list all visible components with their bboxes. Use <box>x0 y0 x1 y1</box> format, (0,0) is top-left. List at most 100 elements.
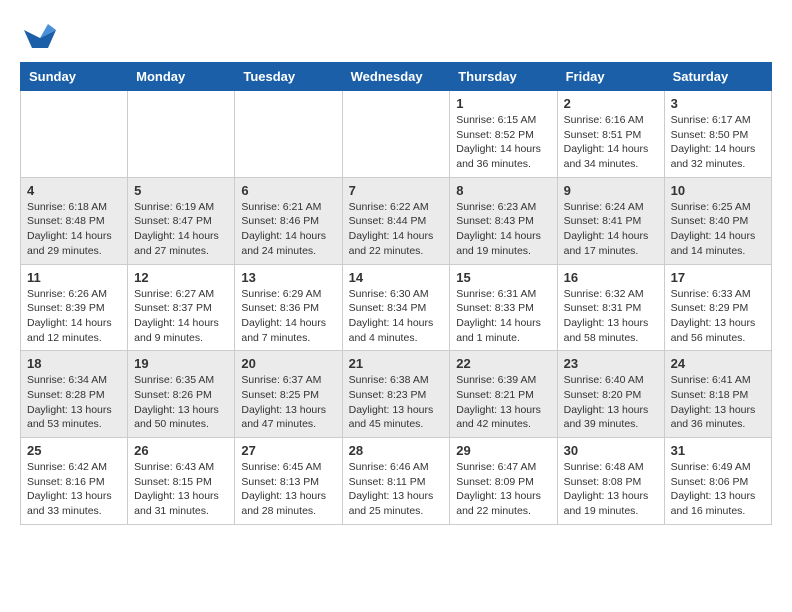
day-info: Sunrise: 6:38 AM Sunset: 8:23 PM Dayligh… <box>349 373 444 432</box>
day-number: 21 <box>349 356 444 371</box>
calendar-day-6: 6 Sunrise: 6:21 AM Sunset: 8:46 PM Daylig… <box>235 177 342 264</box>
day-number: 9 <box>564 183 658 198</box>
calendar-day-14: 14 Sunrise: 6:30 AM Sunset: 8:34 PM Dayli… <box>342 264 450 351</box>
logo-icon <box>24 20 56 52</box>
day-number: 15 <box>456 270 550 285</box>
day-info: Sunrise: 6:47 AM Sunset: 8:09 PM Dayligh… <box>456 460 550 519</box>
day-info: Sunrise: 6:48 AM Sunset: 8:08 PM Dayligh… <box>564 460 658 519</box>
day-number: 26 <box>134 443 228 458</box>
day-info: Sunrise: 6:42 AM Sunset: 8:16 PM Dayligh… <box>27 460 121 519</box>
day-info: Sunrise: 6:21 AM Sunset: 8:46 PM Dayligh… <box>241 200 335 259</box>
weekday-header-wednesday: Wednesday <box>342 63 450 91</box>
calendar-week-row-3: 11 Sunrise: 6:26 AM Sunset: 8:39 PM Dayli… <box>21 264 772 351</box>
calendar-day-25: 25 Sunrise: 6:42 AM Sunset: 8:16 PM Dayli… <box>21 438 128 525</box>
calendar-day-1: 1Sunrise: 6:15 AM Sunset: 8:52 PM Daylig… <box>450 91 557 178</box>
calendar-day-2: 2 Sunrise: 6:16 AM Sunset: 8:51 PM Daylig… <box>557 91 664 178</box>
day-number: 28 <box>349 443 444 458</box>
calendar-day-29: 29 Sunrise: 6:47 AM Sunset: 8:09 PM Dayli… <box>450 438 557 525</box>
day-info: Sunrise: 6:26 AM Sunset: 8:39 PM Dayligh… <box>27 287 121 346</box>
day-info: Sunrise: 6:40 AM Sunset: 8:20 PM Dayligh… <box>564 373 658 432</box>
day-number: 3 <box>671 96 765 111</box>
calendar-day-24: 24 Sunrise: 6:41 AM Sunset: 8:18 PM Dayli… <box>664 351 771 438</box>
weekday-header-sunday: Sunday <box>21 63 128 91</box>
day-info: Sunrise: 6:33 AM Sunset: 8:29 PM Dayligh… <box>671 287 765 346</box>
weekday-header-friday: Friday <box>557 63 664 91</box>
day-info: Sunrise: 6:37 AM Sunset: 8:25 PM Dayligh… <box>241 373 335 432</box>
day-number: 10 <box>671 183 765 198</box>
calendar-day-11: 11 Sunrise: 6:26 AM Sunset: 8:39 PM Dayli… <box>21 264 128 351</box>
day-info: Sunrise: 6:30 AM Sunset: 8:34 PM Dayligh… <box>349 287 444 346</box>
day-number: 11 <box>27 270 121 285</box>
calendar-day-15: 15 Sunrise: 6:31 AM Sunset: 8:33 PM Dayli… <box>450 264 557 351</box>
calendar-empty-cell <box>21 91 128 178</box>
day-number: 14 <box>349 270 444 285</box>
calendar-day-7: 7 Sunrise: 6:22 AM Sunset: 8:44 PM Daylig… <box>342 177 450 264</box>
calendar-day-17: 17Sunrise: 6:33 AM Sunset: 8:29 PM Dayli… <box>664 264 771 351</box>
day-info: Sunrise: 6:34 AM Sunset: 8:28 PM Dayligh… <box>27 373 121 432</box>
calendar-day-26: 26 Sunrise: 6:43 AM Sunset: 8:15 PM Dayli… <box>128 438 235 525</box>
calendar-day-27: 27 Sunrise: 6:45 AM Sunset: 8:13 PM Dayli… <box>235 438 342 525</box>
weekday-header-row: SundayMondayTuesdayWednesdayThursdayFrid… <box>21 63 772 91</box>
calendar-day-30: 30 Sunrise: 6:48 AM Sunset: 8:08 PM Dayli… <box>557 438 664 525</box>
day-number: 23 <box>564 356 658 371</box>
day-info: Sunrise: 6:25 AM Sunset: 8:40 PM Dayligh… <box>671 200 765 259</box>
calendar-week-row-5: 25 Sunrise: 6:42 AM Sunset: 8:16 PM Dayli… <box>21 438 772 525</box>
calendar-empty-cell <box>128 91 235 178</box>
day-number: 20 <box>241 356 335 371</box>
calendar-table: SundayMondayTuesdayWednesdayThursdayFrid… <box>20 62 772 525</box>
day-number: 22 <box>456 356 550 371</box>
calendar-day-20: 20 Sunrise: 6:37 AM Sunset: 8:25 PM Dayli… <box>235 351 342 438</box>
day-info: Sunrise: 6:16 AM Sunset: 8:51 PM Dayligh… <box>564 113 658 172</box>
header <box>20 20 772 52</box>
weekday-header-thursday: Thursday <box>450 63 557 91</box>
day-info: Sunrise: 6:31 AM Sunset: 8:33 PM Dayligh… <box>456 287 550 346</box>
day-info: Sunrise: 6:24 AM Sunset: 8:41 PM Dayligh… <box>564 200 658 259</box>
calendar-day-4: 4Sunrise: 6:18 AM Sunset: 8:48 PM Daylig… <box>21 177 128 264</box>
calendar-day-28: 28 Sunrise: 6:46 AM Sunset: 8:11 PM Dayli… <box>342 438 450 525</box>
logo <box>20 20 56 52</box>
day-info: Sunrise: 6:46 AM Sunset: 8:11 PM Dayligh… <box>349 460 444 519</box>
day-number: 31 <box>671 443 765 458</box>
day-number: 30 <box>564 443 658 458</box>
calendar-week-row-4: 18Sunrise: 6:34 AM Sunset: 8:28 PM Dayli… <box>21 351 772 438</box>
day-number: 4 <box>27 183 121 198</box>
day-info: Sunrise: 6:45 AM Sunset: 8:13 PM Dayligh… <box>241 460 335 519</box>
calendar-day-9: 9 Sunrise: 6:24 AM Sunset: 8:41 PM Daylig… <box>557 177 664 264</box>
day-info: Sunrise: 6:22 AM Sunset: 8:44 PM Dayligh… <box>349 200 444 259</box>
calendar-day-21: 21 Sunrise: 6:38 AM Sunset: 8:23 PM Dayli… <box>342 351 450 438</box>
weekday-header-tuesday: Tuesday <box>235 63 342 91</box>
calendar-day-18: 18Sunrise: 6:34 AM Sunset: 8:28 PM Dayli… <box>21 351 128 438</box>
day-number: 29 <box>456 443 550 458</box>
day-info: Sunrise: 6:35 AM Sunset: 8:26 PM Dayligh… <box>134 373 228 432</box>
day-number: 2 <box>564 96 658 111</box>
calendar-day-13: 13 Sunrise: 6:29 AM Sunset: 8:36 PM Dayli… <box>235 264 342 351</box>
day-number: 16 <box>564 270 658 285</box>
calendar-empty-cell <box>342 91 450 178</box>
calendar-day-22: 22Sunrise: 6:39 AM Sunset: 8:21 PM Dayli… <box>450 351 557 438</box>
calendar-day-10: 10 Sunrise: 6:25 AM Sunset: 8:40 PM Dayli… <box>664 177 771 264</box>
day-number: 13 <box>241 270 335 285</box>
calendar-day-31: 31 Sunrise: 6:49 AM Sunset: 8:06 PM Dayli… <box>664 438 771 525</box>
day-info: Sunrise: 6:49 AM Sunset: 8:06 PM Dayligh… <box>671 460 765 519</box>
day-info: Sunrise: 6:43 AM Sunset: 8:15 PM Dayligh… <box>134 460 228 519</box>
calendar-day-8: 8Sunrise: 6:23 AM Sunset: 8:43 PM Daylig… <box>450 177 557 264</box>
day-number: 19 <box>134 356 228 371</box>
day-number: 24 <box>671 356 765 371</box>
day-number: 27 <box>241 443 335 458</box>
day-info: Sunrise: 6:41 AM Sunset: 8:18 PM Dayligh… <box>671 373 765 432</box>
calendar-day-12: 12Sunrise: 6:27 AM Sunset: 8:37 PM Dayli… <box>128 264 235 351</box>
day-number: 6 <box>241 183 335 198</box>
weekday-header-monday: Monday <box>128 63 235 91</box>
day-number: 7 <box>349 183 444 198</box>
day-info: Sunrise: 6:19 AM Sunset: 8:47 PM Dayligh… <box>134 200 228 259</box>
calendar-week-row-2: 4Sunrise: 6:18 AM Sunset: 8:48 PM Daylig… <box>21 177 772 264</box>
calendar-day-19: 19 Sunrise: 6:35 AM Sunset: 8:26 PM Dayli… <box>128 351 235 438</box>
day-info: Sunrise: 6:15 AM Sunset: 8:52 PM Dayligh… <box>456 113 550 172</box>
calendar-day-3: 3 Sunrise: 6:17 AM Sunset: 8:50 PM Daylig… <box>664 91 771 178</box>
day-number: 12 <box>134 270 228 285</box>
day-info: Sunrise: 6:17 AM Sunset: 8:50 PM Dayligh… <box>671 113 765 172</box>
day-info: Sunrise: 6:32 AM Sunset: 8:31 PM Dayligh… <box>564 287 658 346</box>
day-number: 25 <box>27 443 121 458</box>
calendar-day-23: 23 Sunrise: 6:40 AM Sunset: 8:20 PM Dayli… <box>557 351 664 438</box>
day-info: Sunrise: 6:29 AM Sunset: 8:36 PM Dayligh… <box>241 287 335 346</box>
